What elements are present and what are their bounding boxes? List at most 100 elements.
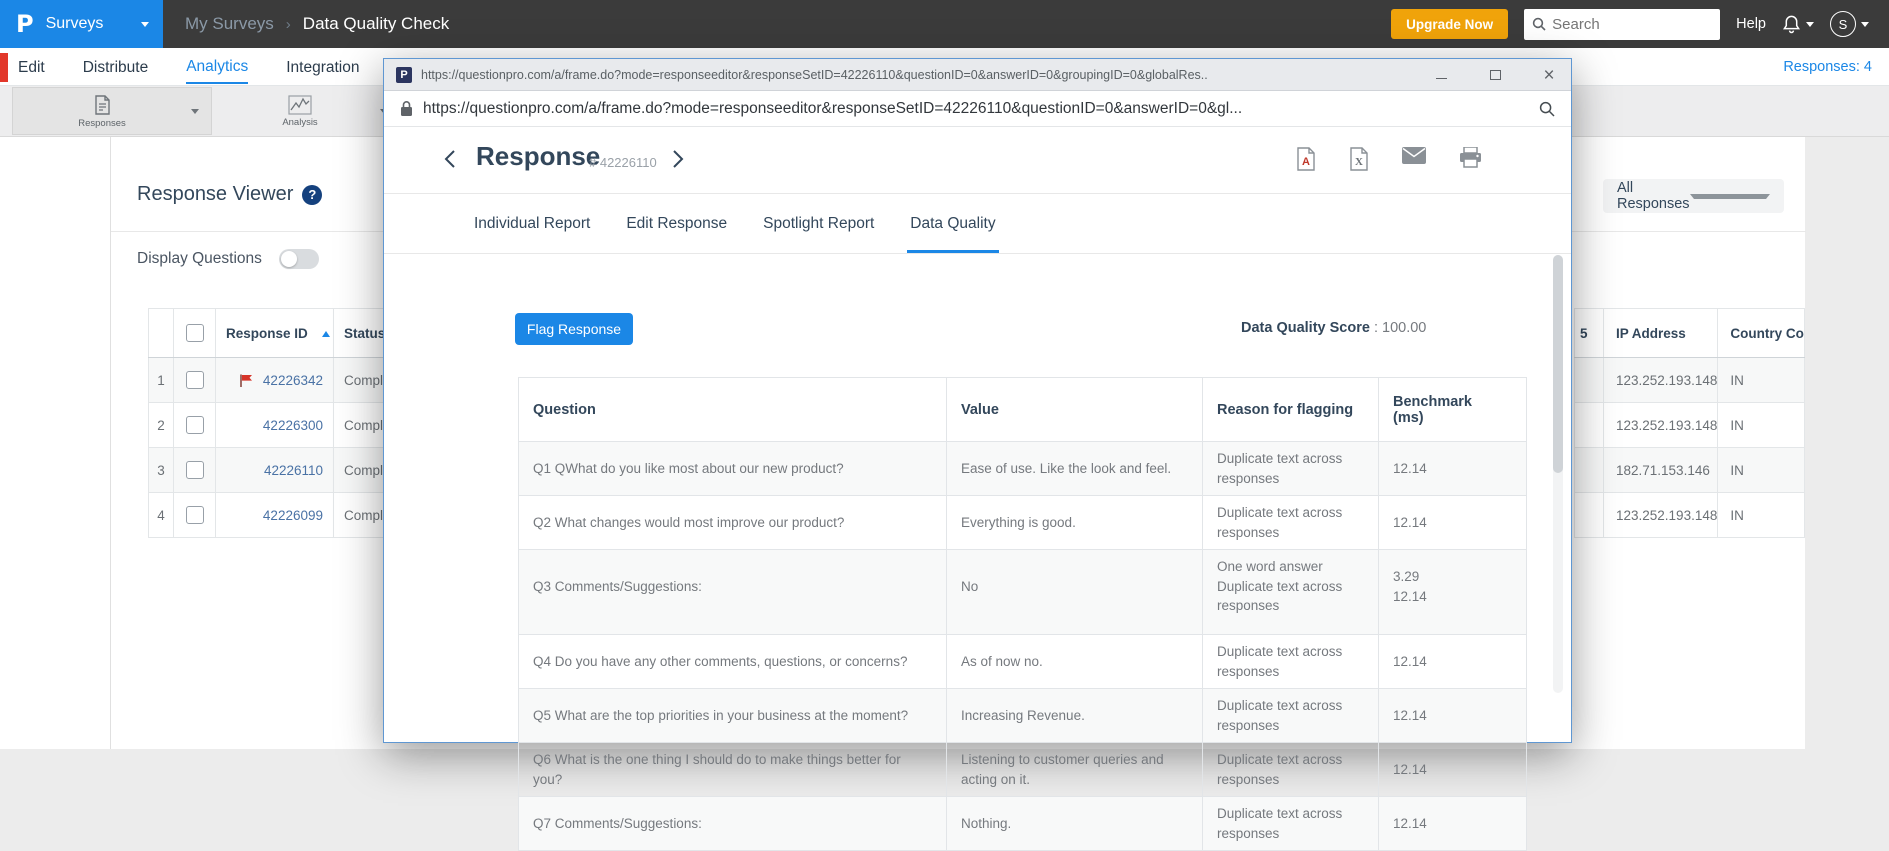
country-cell: IN xyxy=(1718,448,1805,493)
response-id-header[interactable]: Response ID xyxy=(216,309,334,358)
minimize-button[interactable] xyxy=(1433,67,1449,83)
chevron-down-icon xyxy=(141,22,149,27)
window-titlebar[interactable]: P https://questionpro.com/a/frame.do?mod… xyxy=(384,59,1571,91)
country-code-header[interactable]: Country Co xyxy=(1718,309,1805,358)
value-cell: No xyxy=(947,550,1203,635)
value-header: Value xyxy=(947,378,1203,442)
search-box[interactable] xyxy=(1524,9,1720,40)
details-table-grid: 5 IP Address Country Co 123.252.193.148 … xyxy=(1574,308,1805,538)
tab-distribute[interactable]: Distribute xyxy=(83,51,148,83)
benchmark-cell: 12.14 xyxy=(1379,496,1527,550)
toolbar-analysis-inner: Analysis xyxy=(220,95,380,128)
response-id-link[interactable]: 42226110 xyxy=(264,463,323,478)
corner-cell xyxy=(149,309,174,358)
feedback-side-tab[interactable] xyxy=(0,53,8,82)
table-row: 123.252.193.148 IN xyxy=(1575,493,1805,538)
response-tabs: Individual Report Edit Response Spotligh… xyxy=(384,194,1571,254)
maximize-button[interactable] xyxy=(1487,67,1503,83)
notifications-button[interactable] xyxy=(1782,14,1814,34)
chevron-down-icon xyxy=(1690,194,1770,199)
flag-response-button[interactable]: Flag Response xyxy=(515,313,633,345)
row-checkbox[interactable] xyxy=(186,416,204,434)
tab-edit[interactable]: Edit xyxy=(18,51,45,83)
scrollbar-thumb[interactable] xyxy=(1553,255,1563,473)
breadcrumb: My Surveys › Data Quality Check xyxy=(185,14,449,34)
sort-asc-icon xyxy=(322,331,330,337)
export-actions: A X xyxy=(1296,147,1482,171)
benchmark-cell: 12.14 xyxy=(1379,442,1527,496)
question-header: Question xyxy=(519,378,947,442)
zoom-page-icon[interactable] xyxy=(1539,101,1555,117)
help-circle-icon[interactable]: ? xyxy=(302,185,322,205)
window-controls: × xyxy=(1433,59,1557,91)
row-number: 4 xyxy=(149,493,174,538)
tab-integration[interactable]: Integration xyxy=(286,51,359,83)
close-icon[interactable]: × xyxy=(1541,67,1557,83)
response-editor-window: P https://questionpro.com/a/frame.do?mod… xyxy=(383,58,1572,743)
data-quality-panel: Flag Response Data Quality Score : 100.0… xyxy=(384,254,1571,743)
export-pdf-icon[interactable]: A xyxy=(1296,147,1316,171)
responses-doc-icon xyxy=(92,94,112,116)
partial-column-header: 5 xyxy=(1575,309,1604,358)
response-id-link[interactable]: 42226099 xyxy=(263,508,323,523)
response-id-link[interactable]: 42226300 xyxy=(263,418,323,433)
toolbar-responses-tile[interactable]: Responses xyxy=(12,87,212,135)
question-cell: Q7 Comments/Suggestions: xyxy=(519,797,947,851)
left-margin xyxy=(0,137,110,749)
row-number: 3 xyxy=(149,448,174,493)
product-switcher[interactable]: P Surveys xyxy=(0,0,163,48)
value-cell: Increasing Revenue. xyxy=(947,689,1203,743)
response-title: Response xyxy=(476,141,600,172)
question-cell: Q4 Do you have any other comments, quest… xyxy=(519,634,947,688)
chevron-down-icon[interactable] xyxy=(191,109,199,114)
toolbar-analysis-tile[interactable]: Analysis xyxy=(220,87,400,135)
page-title: Response Viewer xyxy=(137,183,293,206)
print-icon[interactable] xyxy=(1459,147,1482,171)
ip-cell: 123.252.193.148 xyxy=(1604,403,1718,448)
table-row: 3 42226110 Comple xyxy=(149,448,404,493)
tab-analytics[interactable]: Analytics xyxy=(186,50,248,84)
next-response-icon[interactable] xyxy=(672,149,684,169)
all-responses-dropdown[interactable]: All Responses xyxy=(1603,179,1784,213)
help-link[interactable]: Help xyxy=(1736,16,1766,32)
question-cell: Q3 Comments/Suggestions: xyxy=(519,550,947,635)
display-questions-label: Display Questions xyxy=(137,250,262,268)
tab-edit-response[interactable]: Edit Response xyxy=(623,215,730,253)
table-row: 123.252.193.148 IN xyxy=(1575,358,1805,403)
value-cell: Ease of use. Like the look and feel. xyxy=(947,442,1203,496)
row-checkbox[interactable] xyxy=(186,506,204,524)
table-row: 123.252.193.148 IN xyxy=(1575,403,1805,448)
table-row: 4 42226099 Comple xyxy=(149,493,404,538)
tab-individual-report[interactable]: Individual Report xyxy=(471,215,593,253)
checkbox-cell xyxy=(174,448,216,493)
chevron-down-icon xyxy=(1861,22,1869,27)
response-id-link[interactable]: 42226342 xyxy=(263,373,323,388)
email-icon[interactable] xyxy=(1402,147,1426,171)
row-checkbox[interactable] xyxy=(186,371,204,389)
address-bar[interactable]: https://questionpro.com/a/frame.do?mode=… xyxy=(384,91,1571,127)
select-all-checkbox[interactable] xyxy=(186,324,204,342)
display-questions-toggle[interactable] xyxy=(279,249,319,269)
reason-cell: Duplicate text across responses xyxy=(1203,496,1379,550)
tab-data-quality[interactable]: Data Quality xyxy=(907,215,998,253)
search-input[interactable] xyxy=(1552,16,1702,33)
checkbox-cell xyxy=(174,358,216,403)
export-excel-icon[interactable]: X xyxy=(1349,147,1369,171)
breadcrumb-my-surveys[interactable]: My Surveys xyxy=(185,14,274,34)
previous-response-icon[interactable] xyxy=(444,149,456,169)
address-url[interactable]: https://questionpro.com/a/frame.do?mode=… xyxy=(423,100,1529,118)
responses-table-grid: Response ID Status 1 42226342 Comple xyxy=(148,308,404,538)
upgrade-now-button[interactable]: Upgrade Now xyxy=(1391,9,1508,39)
account-menu[interactable]: S xyxy=(1830,11,1869,37)
row-checkbox[interactable] xyxy=(186,461,204,479)
benchmark-cell: 12.14 xyxy=(1379,689,1527,743)
checkbox-cell xyxy=(174,493,216,538)
question-cell: Q2 What changes would most improve our p… xyxy=(519,496,947,550)
ip-cell: 123.252.193.148 xyxy=(1604,493,1718,538)
modal-scrollbar xyxy=(1553,255,1563,693)
ip-address-header[interactable]: IP Address xyxy=(1604,309,1718,358)
page-title-row: Response Viewer ? xyxy=(137,183,322,206)
partial-cell xyxy=(1575,403,1604,448)
tab-spotlight-report[interactable]: Spotlight Report xyxy=(760,215,877,253)
benchmark-cell: 3.29 12.14 xyxy=(1379,550,1527,635)
